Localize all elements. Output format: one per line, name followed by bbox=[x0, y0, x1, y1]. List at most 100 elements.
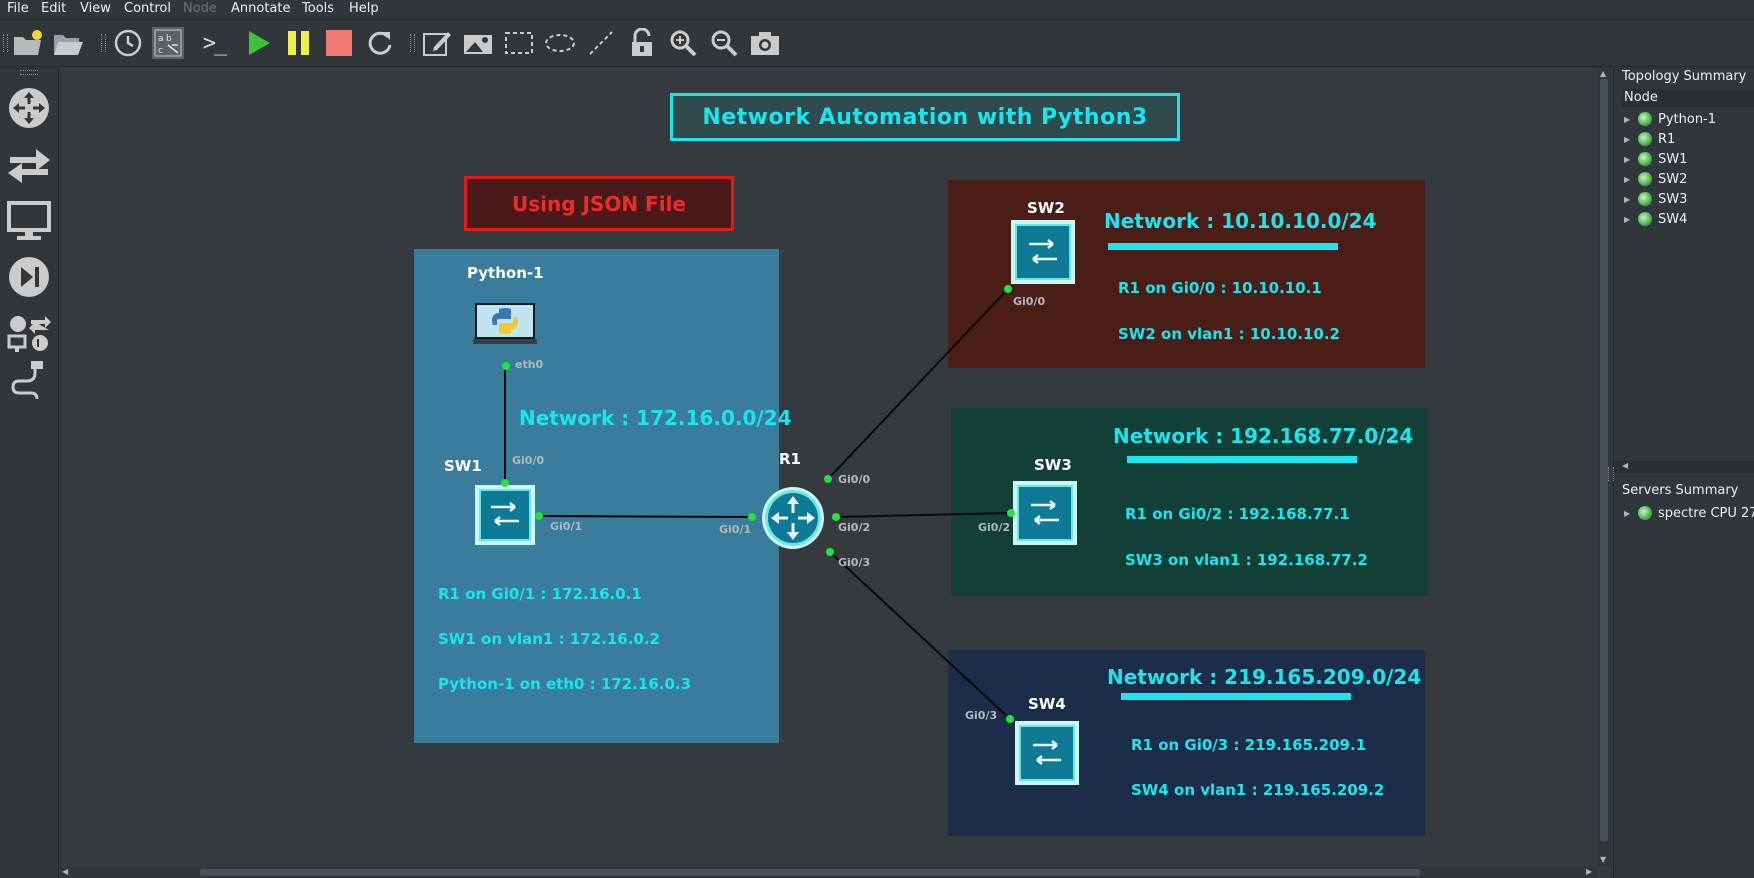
lock-items-button[interactable] bbox=[626, 27, 658, 59]
topology-node-item[interactable]: ▶ R1 bbox=[1624, 129, 1675, 149]
expand-arrow-icon[interactable]: ▶ bbox=[1624, 195, 1638, 204]
draw-rectangle-button[interactable] bbox=[503, 27, 535, 59]
menu-file[interactable]: File bbox=[7, 0, 29, 19]
insert-picture-button[interactable] bbox=[462, 27, 494, 59]
start-all-button[interactable] bbox=[243, 27, 275, 59]
expand-arrow-icon[interactable]: ▶ bbox=[1624, 175, 1638, 184]
server-item[interactable]: ▶ spectre CPU 27 bbox=[1624, 503, 1754, 523]
node-label-sw1[interactable]: SW1 bbox=[444, 457, 482, 475]
iface-r1-gi03[interactable]: Gi0/3 bbox=[838, 556, 870, 569]
scroll-left-icon[interactable]: ◀ bbox=[1622, 461, 1628, 470]
zone4-network-label[interactable]: Network : 219.165.209.0/24 bbox=[1107, 665, 1421, 689]
browse-all-devices-button[interactable] bbox=[5, 310, 53, 358]
menu-edit[interactable]: Edit bbox=[41, 0, 66, 19]
node-python-1[interactable] bbox=[473, 301, 537, 349]
reload-all-button[interactable] bbox=[364, 27, 396, 59]
iface-r1-gi01[interactable]: Gi0/1 bbox=[719, 523, 751, 536]
svg-text:c: c bbox=[158, 46, 163, 56]
expand-arrow-icon[interactable]: ▶ bbox=[1624, 215, 1638, 224]
expand-arrow-icon[interactable]: ▶ bbox=[1624, 115, 1638, 124]
browse-routers-button[interactable] bbox=[5, 84, 53, 132]
topology-node-item[interactable]: ▶ SW2 bbox=[1624, 169, 1687, 189]
console-all-button[interactable]: >_ bbox=[198, 27, 230, 59]
node-label-r1[interactable]: R1 bbox=[779, 450, 801, 468]
add-link-button[interactable] bbox=[5, 357, 53, 405]
iface-r1-gi02[interactable]: Gi0/2 bbox=[838, 521, 870, 534]
link-r1-sw4[interactable] bbox=[829, 551, 1011, 720]
topology-node-item[interactable]: ▶ SW1 bbox=[1624, 149, 1687, 169]
iface-sw4-gi03[interactable]: Gi0/3 bbox=[965, 709, 997, 722]
zone1-line3[interactable]: Python-1 on eth0 : 172.16.0.3 bbox=[438, 675, 691, 693]
zone2-line2[interactable]: SW2 on vlan1 : 10.10.10.2 bbox=[1118, 325, 1340, 343]
iface-python-eth0[interactable]: eth0 bbox=[515, 358, 543, 371]
zone3-line2[interactable]: SW3 on vlan1 : 192.168.77.2 bbox=[1125, 551, 1368, 569]
picture-icon bbox=[464, 35, 492, 54]
zone2-network-label[interactable]: Network : 10.10.10.0/24 bbox=[1104, 209, 1377, 233]
expand-arrow-icon[interactable]: ▶ bbox=[1624, 509, 1638, 518]
topology-node-item[interactable]: ▶ SW3 bbox=[1624, 189, 1687, 209]
menu-control[interactable]: Control bbox=[124, 0, 171, 19]
iface-r1-gi00[interactable]: Gi0/0 bbox=[838, 473, 870, 486]
browse-end-devices-button[interactable] bbox=[5, 197, 53, 245]
zone1-line1[interactable]: R1 on Gi0/1 : 172.16.0.1 bbox=[438, 585, 642, 603]
topology-node-item[interactable]: ▶ SW4 bbox=[1624, 209, 1687, 229]
server-label: spectre CPU 27 bbox=[1658, 505, 1754, 521]
zone1-line2[interactable]: SW1 on vlan1 : 172.16.0.2 bbox=[438, 630, 660, 648]
scroll-right-icon[interactable]: ▶ bbox=[1586, 867, 1592, 876]
scroll-left-icon[interactable]: ◀ bbox=[62, 867, 68, 876]
zoom-in-button[interactable] bbox=[667, 27, 699, 59]
expand-arrow-icon[interactable]: ▶ bbox=[1624, 155, 1638, 164]
zone3-network-label[interactable]: Network : 192.168.77.0/24 bbox=[1113, 424, 1413, 448]
canvas-horizontal-scrollbar[interactable]: ◀ ▶ bbox=[60, 867, 1597, 878]
node-sw4[interactable] bbox=[1015, 721, 1079, 785]
topology-node-item[interactable]: ▶ Python-1 bbox=[1624, 109, 1716, 129]
topology-horizontal-scrollbar[interactable]: ◀ bbox=[1614, 461, 1754, 473]
draw-ellipse-button[interactable] bbox=[544, 27, 576, 59]
browse-switches-button[interactable] bbox=[5, 141, 53, 189]
iface-sw3-gi02[interactable]: Gi0/2 bbox=[978, 521, 1010, 534]
open-project-button[interactable] bbox=[52, 27, 84, 59]
stop-all-button[interactable] bbox=[323, 27, 355, 59]
show-interface-labels-button[interactable]: abc bbox=[152, 27, 184, 59]
iface-sw2-gi00[interactable]: Gi0/0 bbox=[1013, 295, 1045, 308]
link-r1-sw3[interactable] bbox=[835, 512, 1012, 518]
link-r1-sw2[interactable] bbox=[827, 288, 1009, 480]
draw-line-button[interactable] bbox=[585, 27, 617, 59]
menu-help[interactable]: Help bbox=[349, 0, 379, 19]
node-r1[interactable] bbox=[760, 485, 826, 551]
panel-splitter[interactable] bbox=[1608, 467, 1614, 481]
add-note-button[interactable] bbox=[421, 27, 453, 59]
menu-tools[interactable]: Tools bbox=[302, 0, 334, 19]
node-sw1[interactable] bbox=[475, 485, 535, 545]
scroll-up-icon[interactable]: ▲ bbox=[1600, 69, 1606, 78]
node-sw2[interactable] bbox=[1011, 220, 1075, 284]
expand-arrow-icon[interactable]: ▶ bbox=[1624, 135, 1638, 144]
snapshot-button[interactable] bbox=[112, 27, 144, 59]
scrollbar-thumb[interactable] bbox=[1600, 79, 1608, 841]
zoom-out-button[interactable] bbox=[708, 27, 740, 59]
iface-sw1-gi00[interactable]: Gi0/0 bbox=[512, 454, 544, 467]
topology-canvas[interactable]: Network Automation with Python3 Using JS… bbox=[60, 67, 1597, 867]
scrollbar-thumb[interactable] bbox=[200, 869, 1420, 876]
zone3-line1[interactable]: R1 on Gi0/2 : 192.168.77.1 bbox=[1125, 505, 1350, 523]
zone4-line2[interactable]: SW4 on vlan1 : 219.165.209.2 bbox=[1131, 781, 1384, 799]
scroll-down-icon[interactable]: ▼ bbox=[1600, 855, 1606, 864]
node-label-sw2[interactable]: SW2 bbox=[1027, 199, 1065, 217]
node-sw3[interactable] bbox=[1013, 481, 1077, 545]
menu-view[interactable]: View bbox=[80, 0, 111, 19]
node-label-python-1[interactable]: Python-1 bbox=[467, 264, 544, 282]
node-label-sw4[interactable]: SW4 bbox=[1028, 695, 1066, 713]
zone1-network-label[interactable]: Network : 172.16.0.0/24 bbox=[519, 406, 792, 430]
zone4-line1[interactable]: R1 on Gi0/3 : 219.165.209.1 bbox=[1131, 736, 1366, 754]
iface-sw1-gi01[interactable]: Gi0/1 bbox=[550, 520, 582, 533]
topology-column-header[interactable]: Node bbox=[1622, 89, 1754, 107]
browse-security-devices-button[interactable] bbox=[5, 253, 53, 301]
menu-node[interactable]: Node bbox=[183, 0, 217, 19]
screenshot-button[interactable] bbox=[749, 27, 781, 59]
suspend-all-button[interactable] bbox=[283, 27, 315, 59]
link-sw1-r1[interactable] bbox=[538, 515, 753, 518]
new-project-button[interactable] bbox=[12, 27, 44, 59]
menu-annotate[interactable]: Annotate bbox=[231, 0, 290, 19]
node-label-sw3[interactable]: SW3 bbox=[1034, 456, 1072, 474]
zone2-line1[interactable]: R1 on Gi0/0 : 10.10.10.1 bbox=[1118, 279, 1322, 297]
